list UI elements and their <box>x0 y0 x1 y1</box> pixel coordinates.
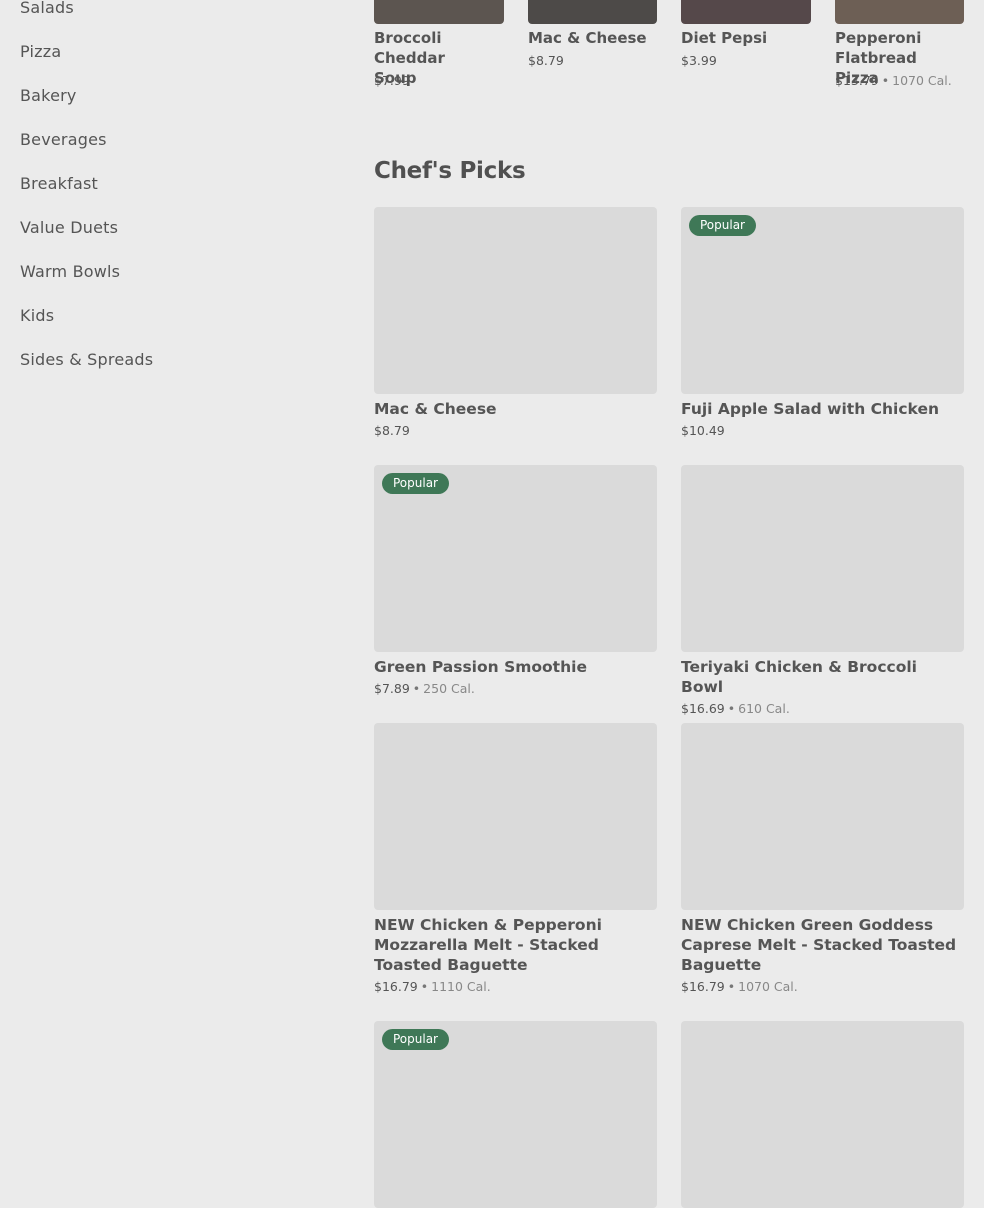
sidebar-item-salads[interactable]: Salads <box>20 0 74 17</box>
sidebar-item-sides-spreads[interactable]: Sides & Spreads <box>20 350 153 369</box>
product-image <box>528 0 657 24</box>
product-price: $8.79 <box>528 53 564 68</box>
product-image <box>681 1021 964 1208</box>
product-name: NEW Chicken & Pepperoni Mozzarella Melt … <box>374 916 602 974</box>
product-card[interactable] <box>681 1021 964 1208</box>
product-name: Green Passion Smoothie <box>374 658 587 676</box>
product-price-calories: $13.79 • 1070 Cal. <box>835 73 952 88</box>
product-price-calories: $7.89 • 250 Cal. <box>374 681 475 696</box>
sidebar-item-bakery[interactable]: Bakery <box>20 86 77 105</box>
product-price: $8.79 <box>374 423 410 438</box>
product-image: Popular <box>374 1021 657 1208</box>
product-image <box>681 723 964 910</box>
product-image <box>681 0 811 24</box>
sidebar-item-beverages[interactable]: Beverages <box>20 130 107 149</box>
product-card[interactable]: NEW Chicken Green Goddess Caprese Melt -… <box>681 723 964 994</box>
sidebar-item-breakfast[interactable]: Breakfast <box>20 174 98 193</box>
popular-badge: Popular <box>382 1029 449 1050</box>
product-image <box>681 465 964 652</box>
product-image: Popular <box>374 465 657 652</box>
product-card[interactable]: Popular Green Passion Smoothie $7.89 • 250… <box>374 465 657 696</box>
product-image <box>374 723 657 910</box>
popular-badge: Popular <box>382 473 449 494</box>
product-price: $10.49 <box>681 423 725 438</box>
product-image <box>374 0 504 24</box>
product-price-calories: $16.79 • 1110 Cal. <box>374 979 491 994</box>
product-card[interactable]: Mac & Cheese $8.79 <box>374 207 657 438</box>
sidebar-item-warm-bowls[interactable]: Warm Bowls <box>20 262 120 281</box>
product-card[interactable]: NEW Chicken & Pepperoni Mozzarella Melt … <box>374 723 657 994</box>
sidebar-item-value-duets[interactable]: Value Duets <box>20 218 118 237</box>
product-card[interactable]: Popular <box>374 1021 657 1208</box>
product-price: $7.99 <box>374 73 410 88</box>
product-name: Diet Pepsi <box>681 29 768 47</box>
product-name: NEW Chicken Green Goddess Caprese Melt -… <box>681 916 957 974</box>
section-title: Chef's Picks <box>374 158 526 184</box>
product-price-calories: $16.69 • 610 Cal. <box>681 701 790 716</box>
product-name: Mac & Cheese <box>528 29 647 47</box>
product-card[interactable]: Popular Fuji Apple Salad with Chicken $1… <box>681 207 964 438</box>
product-name: Mac & Cheese <box>374 400 497 418</box>
product-image <box>374 207 657 394</box>
product-card[interactable]: Teriyaki Chicken & Broccoli Bowl $16.69 •… <box>681 465 964 716</box>
product-name: Fuji Apple Salad with Chicken <box>681 400 939 418</box>
product-price-calories: $16.79 • 1070 Cal. <box>681 979 798 994</box>
sidebar-item-pizza[interactable]: Pizza <box>20 42 61 61</box>
product-price: $3.99 <box>681 53 717 68</box>
sidebar-item-kids[interactable]: Kids <box>20 306 54 325</box>
product-image <box>835 0 964 24</box>
popular-badge: Popular <box>689 215 756 236</box>
product-image: Popular <box>681 207 964 394</box>
product-name: Teriyaki Chicken & Broccoli Bowl <box>681 658 917 696</box>
